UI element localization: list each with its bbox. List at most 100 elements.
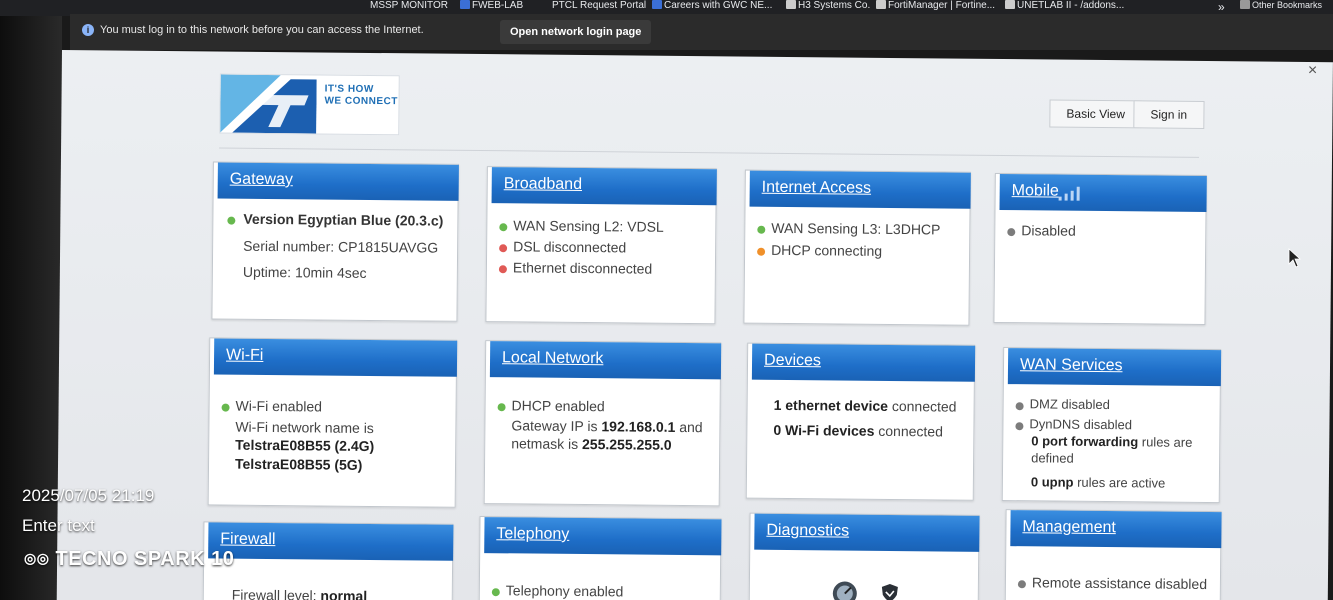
bookmark-label: Other Bookmarks [1252,0,1323,10]
status-disabled-icon [1007,228,1016,237]
port-forwarding-suffix: rules are [1138,434,1193,450]
ethernet-devices-count: 1 ethernet device [773,396,889,414]
telephony-status: Telephony enabled [505,582,624,600]
devices-title[interactable]: Devices [764,352,821,371]
telephony-title[interactable]: Telephony [496,525,569,544]
gwc-icon [652,0,662,9]
status-ok-icon [497,403,506,412]
open-login-page-button[interactable]: Open network login page [500,20,652,44]
wan-services-card[interactable]: WAN Services DMZ disabled DynDNS disable… [1001,347,1222,504]
card-header: Gateway [217,162,459,201]
dmz-status: DMZ disabled [1029,396,1110,413]
card-header: Broadband [491,167,717,206]
bookmark-label: Careers with GWC NE... [664,0,773,11]
bookmark-careers-gwc[interactable]: Careers with GWC NE... [652,0,772,11]
firewall-card[interactable]: Firewall Firewall level: normal [202,521,454,600]
gateway-ip-line: Gateway IP is 192.168.0.1 and [511,417,702,435]
remote-assistance-status: Remote assistance disabled [1031,574,1208,593]
gateway-card[interactable]: Gateway Version Egyptian Blue (20.3.c) S… [211,161,459,322]
wan-services-title[interactable]: WAN Services [1020,356,1123,375]
wifi-title[interactable]: Wi-Fi [226,347,263,365]
card-header: Devices [751,343,976,382]
signal-strength-icon [1058,186,1080,201]
telephony-card[interactable]: Telephony Telephony enabled [478,516,722,600]
gateway-version: Version Egyptian Blue (20.3.c) [243,210,444,229]
bookmark-label: FWEB-LAB [472,0,524,11]
card-header: Wi-Fi [213,338,458,377]
mobile-status: Disabled [1021,222,1076,239]
folder-icon [460,0,470,9]
port-forwarding-line-2: defined [1031,450,1074,466]
internet-dhcp-status: DHCP connecting [771,241,883,259]
card-header: Local Network [489,341,722,380]
broadband-wan-sensing: WAN Sensing L2: VDSL [513,217,664,235]
bookmark-unetlab[interactable]: UNETLAB II - /addons... [1005,0,1124,11]
wifi-devices-line: 0 Wi-Fi devices connected [773,422,943,440]
mobile-card[interactable]: Mobile Disabled [993,172,1207,325]
photo-enter-text: Enter text [22,516,95,535]
status-ok-icon [227,216,236,225]
camera-brand-text: TECNO SPARK 10 [55,548,235,570]
status-ok-icon [221,403,230,412]
upnp-line: 0 upnp rules are active [1031,474,1166,490]
wifi-status: Wi-Fi enabled [235,397,323,415]
upnp-suffix: rules are active [1073,474,1166,491]
local-network-card[interactable]: Local Network DHCP enabled Gateway IP is… [483,340,722,507]
mouse-cursor-icon [1288,248,1302,268]
captive-portal-notice: i You must log in to this network before… [70,14,1333,50]
firewall-title[interactable]: Firewall [220,531,275,550]
card-header: WAN Services [1007,348,1222,387]
devices-card[interactable]: Devices 1 ethernet device connected 0 Wi… [745,342,976,501]
status-disabled-icon [1015,402,1024,411]
bookmark-fortimanager[interactable]: FortiManager | Fortine... [876,0,995,11]
bookmark-label: H3 Systems Co. [798,0,871,11]
internet-access-card[interactable]: Internet Access WAN Sensing L3: L3DHCP D… [743,169,971,326]
card-header: Mobile [999,174,1207,212]
close-icon[interactable]: × [1308,62,1318,80]
camera-lens-icon: ◎◎ [24,550,50,566]
telstra-t-icon [220,74,317,134]
firewall-level-line: Firewall level: normal [232,587,368,600]
status-error-icon [499,244,508,253]
broadband-title[interactable]: Broadband [504,175,582,194]
basic-view-button[interactable]: Basic View [1049,99,1143,129]
gateway-uptime: Uptime: 10min 4sec [242,263,367,281]
bookmark-ptcl[interactable]: PTCL Request Portal [552,0,646,11]
diagnostics-card[interactable]: Diagnostics [748,512,980,600]
wifi-devices-count: 0 Wi-Fi devices [773,421,875,439]
firewall-level-label: Firewall level: [231,586,321,600]
management-title[interactable]: Management [1022,518,1116,537]
router-dashboard: × IT'S HOW WE CONNECT Basic View Sign in… [56,50,1333,600]
diagnostics-title[interactable]: Diagnostics [766,522,849,541]
wifi-ssid-5g: TelstraE08B55 (5G) [234,455,363,473]
broadband-card[interactable]: Broadband WAN Sensing L2: VDSL DSL disco… [485,166,717,325]
mobile-title[interactable]: Mobile [1012,182,1059,200]
folder-icon [1240,0,1250,9]
other-bookmarks[interactable]: Other Bookmarks [1240,0,1322,11]
dyndns-status: DynDNS disabled [1029,416,1133,433]
local-dhcp-status: DHCP enabled [511,397,605,415]
card-header: Management [1010,510,1222,549]
netmask-line: netmask is 255.255.255.0 [511,435,671,453]
internet-wan-sensing: WAN Sensing L3: L3DHCP [771,219,941,238]
screen-bezel [0,0,62,600]
bookmarks-overflow-icon[interactable]: » [1218,0,1225,14]
wifi-devices-suffix: connected [874,422,943,440]
internet-access-title[interactable]: Internet Access [762,179,872,198]
sign-in-button[interactable]: Sign in [1133,100,1205,129]
management-card[interactable]: Management Remote assistance disabled [1004,509,1222,600]
bookmark-h3-systems[interactable]: H3 Systems Co. [786,0,870,11]
netmask-value: 255.255.255.0 [581,436,672,453]
wifi-ssid-24g: TelstraE08B55 (2.4G) [235,436,375,455]
local-network-title[interactable]: Local Network [502,349,604,368]
gateway-ip-suffix: and [675,418,703,436]
status-ok-icon [491,588,500,597]
tagline-line-1: IT'S HOW [324,83,374,95]
bookmark-fweb-lab[interactable]: FWEB-LAB [460,0,523,11]
bookmark-label: FortiManager | Fortine... [888,0,996,11]
status-disabled-icon [1017,580,1026,589]
bookmark-mssp-monitor[interactable]: MSSP MONITOR [370,0,448,11]
gateway-title[interactable]: Gateway [230,171,293,190]
status-ok-icon [757,225,766,234]
wifi-card[interactable]: Wi-Fi Wi-Fi enabled Wi-Fi network name i… [207,337,458,508]
